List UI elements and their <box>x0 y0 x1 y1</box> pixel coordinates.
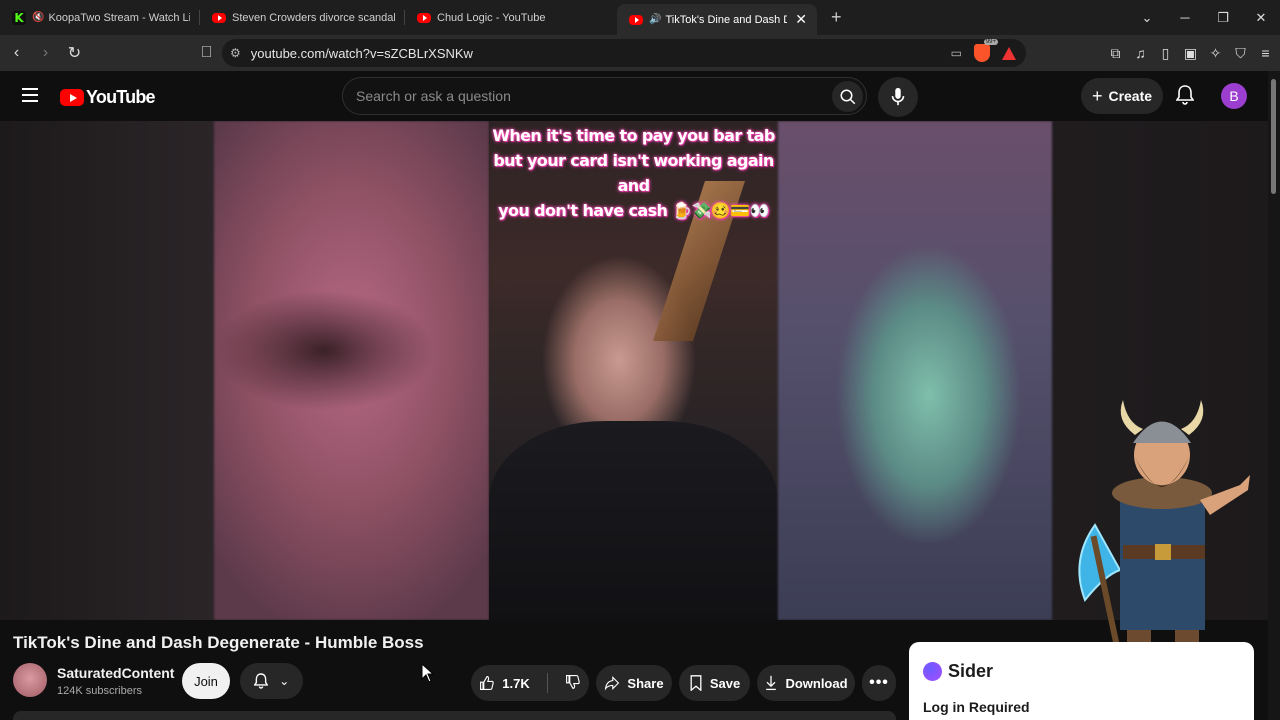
thumbs-down-icon <box>565 674 580 689</box>
menu-icon[interactable]: ≡ <box>1257 45 1274 61</box>
reload-icon[interactable]: ↻ <box>62 43 87 63</box>
bookmark-icon <box>690 675 702 691</box>
scrollbar-thumb[interactable] <box>1271 79 1276 194</box>
share-arrow-icon <box>605 676 620 691</box>
share-button[interactable]: Share <box>596 665 672 701</box>
search-button[interactable] <box>832 81 863 112</box>
microphone-icon <box>891 87 905 106</box>
kick-icon: K <box>12 10 26 25</box>
address-toolbar: ‹ › ↻ ⎕ ⚙ youtube.com/watch?v=sZCBLrXSNK… <box>0 35 1280 71</box>
tab-title: Chud Logic - YouTube <box>437 11 546 24</box>
leo-ai-icon[interactable]: ✧ <box>1207 45 1224 62</box>
tab-title: TikTok's Dine and Dash Degen <box>665 13 787 26</box>
url-bar[interactable]: ⚙ youtube.com/watch?v=sZCBLrXSNKw ▭ 99+ <box>222 39 1026 67</box>
video-blurred-left <box>214 121 489 620</box>
speaker-icon[interactable]: 🔊 <box>649 14 661 25</box>
search-icon <box>840 89 855 104</box>
tab-title: KoopaTwo Stream - Watch Live o <box>48 11 190 24</box>
video-frame: When it's time to pay you bar tab but yo… <box>489 121 778 620</box>
video-title: TikTok's Dine and Dash Degenerate - Humb… <box>13 633 424 652</box>
url-text: youtube.com/watch?v=sZCBLrXSNKw <box>250 45 473 61</box>
search-input[interactable]: Search or ask a question <box>342 77 867 115</box>
media-icon[interactable]: ♫ <box>1132 45 1149 61</box>
wallet-icon[interactable]: ▣ <box>1182 45 1199 62</box>
sider-panel: Sider Log in Required <box>909 642 1254 720</box>
video-caption: When it's time to pay you bar tab but yo… <box>492 126 775 220</box>
close-window-icon[interactable]: ✕ <box>1242 10 1280 26</box>
channel-avatar[interactable] <box>13 663 47 697</box>
youtube-play-icon <box>60 89 84 106</box>
forward-icon[interactable]: › <box>33 44 58 62</box>
video-blurred-right <box>778 121 1052 620</box>
description-box[interactable] <box>13 711 896 720</box>
browser-tab-active[interactable]: 🔊 TikTok's Dine and Dash Degen ✕ <box>617 4 817 35</box>
voice-search-button[interactable] <box>878 77 918 117</box>
site-settings-icon[interactable]: ⚙ <box>230 46 241 60</box>
back-icon[interactable]: ‹ <box>4 44 29 62</box>
download-icon <box>766 675 777 691</box>
muted-speaker-icon[interactable]: 🔇 <box>32 12 44 23</box>
chevron-down-icon: ⌄ <box>279 674 290 688</box>
close-tab-icon[interactable]: ✕ <box>795 11 807 28</box>
like-count: 1.7K <box>502 675 530 691</box>
browser-tab[interactable]: Steven Crowders divorce scandal | RE <box>200 0 405 35</box>
hamburger-menu-icon[interactable] <box>22 88 38 106</box>
create-button[interactable]: + Create <box>1081 78 1163 114</box>
vpn-shield-icon[interactable]: ⛉ <box>1232 45 1249 62</box>
youtube-icon <box>629 14 643 25</box>
dislike-button[interactable] <box>565 674 581 693</box>
bookmark-icon[interactable]: ⎕ <box>194 44 219 62</box>
brave-shields-icon[interactable]: 99+ <box>974 39 998 62</box>
subscriber-count: 124K subscribers <box>57 685 142 697</box>
like-button[interactable]: 1.7K <box>479 675 530 691</box>
download-button[interactable]: Download <box>757 665 855 701</box>
subscription-notifications-button[interactable]: ⌄ <box>240 663 303 699</box>
join-button[interactable]: Join <box>182 663 230 699</box>
thumbs-up-icon <box>480 676 494 690</box>
youtube-logo[interactable]: YouTube <box>60 87 156 108</box>
new-tab-icon[interactable]: + <box>831 7 842 28</box>
browser-tab-strip: K 🔇 KoopaTwo Stream - Watch Live o Steve… <box>0 0 1280 35</box>
mouse-cursor-icon <box>421 663 435 683</box>
channel-name[interactable]: SaturatedContent <box>57 665 174 681</box>
like-dislike-group: 1.7K <box>471 665 589 701</box>
bell-icon <box>253 673 268 689</box>
tab-title: Steven Crowders divorce scandal | RE <box>232 11 395 24</box>
page-scrollbar[interactable] <box>1268 71 1280 720</box>
youtube-header: YouTube Search or ask a question + Creat… <box>0 71 1268 121</box>
sidebar-icon[interactable]: ▯ <box>1157 45 1174 62</box>
extensions-icon[interactable]: ⧉ <box>1107 45 1124 62</box>
sider-brain-icon <box>923 662 942 681</box>
sider-brand: Sider <box>923 661 993 682</box>
sider-login-required: Log in Required <box>923 699 1030 715</box>
more-dots-icon: ••• <box>869 674 889 691</box>
plus-icon: + <box>1091 85 1103 106</box>
more-actions-button[interactable]: ••• <box>862 665 896 701</box>
tab-search-chevron-icon[interactable]: ⌄ <box>1128 10 1166 26</box>
youtube-icon <box>212 12 226 23</box>
bell-icon <box>1175 85 1195 105</box>
minimize-icon[interactable]: ─ <box>1166 10 1204 25</box>
search-placeholder: Search or ask a question <box>356 88 511 104</box>
maximize-icon[interactable]: ❐ <box>1204 10 1242 26</box>
cast-icon[interactable]: ▭ <box>951 46 962 60</box>
youtube-icon <box>417 12 431 23</box>
save-button[interactable]: Save <box>679 665 750 701</box>
account-avatar[interactable]: B <box>1221 83 1247 109</box>
browser-tab[interactable]: Chud Logic - YouTube <box>405 0 617 35</box>
brave-rewards-icon[interactable] <box>1002 46 1016 60</box>
browser-tab[interactable]: K 🔇 KoopaTwo Stream - Watch Live o <box>0 0 200 35</box>
notifications-button[interactable] <box>1175 85 1195 110</box>
